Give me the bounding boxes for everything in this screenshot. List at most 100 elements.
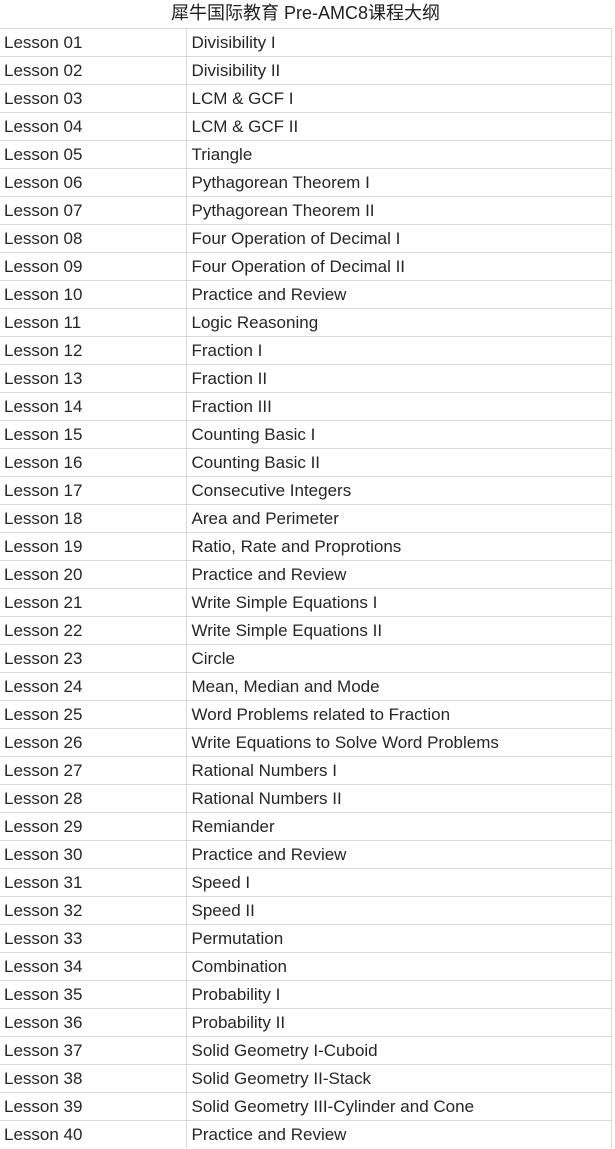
table-row: Lesson 15 Counting Basic I bbox=[0, 420, 612, 449]
table-row: Lesson 32 Speed II bbox=[0, 896, 612, 925]
lesson-topic-cell: Fraction II bbox=[186, 364, 612, 393]
lesson-number-cell: Lesson 02 bbox=[0, 56, 187, 85]
lesson-number-cell: Lesson 04 bbox=[0, 112, 187, 141]
table-row: Lesson 29 Remiander bbox=[0, 812, 612, 841]
table-row: Lesson 01 Divisibility I bbox=[0, 28, 612, 57]
lesson-topic-cell: Circle bbox=[186, 644, 612, 673]
table-row: Lesson 36 Probability II bbox=[0, 1008, 612, 1037]
lesson-topic-cell: Remiander bbox=[186, 812, 612, 841]
lesson-topic-cell: Practice and Review bbox=[186, 280, 612, 309]
lesson-number-cell: Lesson 21 bbox=[0, 588, 187, 617]
lesson-topic-cell: Ratio, Rate and Proprotions bbox=[186, 532, 612, 561]
lesson-topic-cell: Speed II bbox=[186, 896, 612, 925]
lesson-topic-cell: Counting Basic II bbox=[186, 448, 612, 477]
lesson-number-cell: Lesson 28 bbox=[0, 784, 187, 813]
lesson-topic-cell: Fraction III bbox=[186, 392, 612, 421]
table-row: Lesson 04 LCM & GCF II bbox=[0, 112, 612, 141]
course-syllabus-table: 犀牛国际教育 Pre-AMC8课程大纲 Lesson 01 Divisibilit… bbox=[0, 0, 612, 1148]
lesson-number-cell: Lesson 34 bbox=[0, 952, 187, 981]
table-row: Lesson 22 Write Simple Equations II bbox=[0, 616, 612, 645]
page-title: 犀牛国际教育 Pre-AMC8课程大纲 bbox=[171, 3, 441, 23]
table-row: Lesson 23 Circle bbox=[0, 644, 612, 673]
table-row: Lesson 08 Four Operation of Decimal I bbox=[0, 224, 612, 253]
lesson-number-cell: Lesson 10 bbox=[0, 280, 187, 309]
lesson-topic-cell: Four Operation of Decimal I bbox=[186, 224, 612, 253]
table-row: Lesson 14 Fraction III bbox=[0, 392, 612, 421]
lesson-topic-cell: Combination bbox=[186, 952, 612, 981]
lesson-number-cell: Lesson 26 bbox=[0, 728, 187, 757]
table-row: Lesson 19 Ratio, Rate and Proprotions bbox=[0, 532, 612, 561]
table-row: Lesson 40 Practice and Review bbox=[0, 1120, 612, 1148]
lesson-topic-cell: Triangle bbox=[186, 140, 612, 169]
table-row: Lesson 10 Practice and Review bbox=[0, 280, 612, 309]
table-row: Lesson 26 Write Equations to Solve Word P… bbox=[0, 728, 612, 757]
lesson-topic-cell: Write Equations to Solve Word Problems bbox=[186, 728, 612, 757]
lesson-topic-cell: Practice and Review bbox=[186, 840, 612, 869]
lesson-number-cell: Lesson 33 bbox=[0, 924, 187, 953]
lesson-number-cell: Lesson 18 bbox=[0, 504, 187, 533]
lesson-number-cell: Lesson 40 bbox=[0, 1120, 187, 1148]
lesson-number-cell: Lesson 22 bbox=[0, 616, 187, 645]
lesson-topic-cell: Rational Numbers I bbox=[186, 756, 612, 785]
table-row: Lesson 21 Write Simple Equations I bbox=[0, 588, 612, 617]
lesson-topic-cell: Solid Geometry II-Stack bbox=[186, 1064, 612, 1093]
lesson-number-cell: Lesson 31 bbox=[0, 868, 187, 897]
lesson-number-cell: Lesson 14 bbox=[0, 392, 187, 421]
lesson-topic-cell: Logic Reasoning bbox=[186, 308, 612, 337]
lesson-topic-cell: Write Simple Equations II bbox=[186, 616, 612, 645]
lesson-topic-cell: Probability I bbox=[186, 980, 612, 1009]
document-title-cell: 犀牛国际教育 Pre-AMC8课程大纲 bbox=[0, 0, 612, 29]
table-row: Lesson 18 Area and Perimeter bbox=[0, 504, 612, 533]
lesson-topic-cell: Consecutive Integers bbox=[186, 476, 612, 505]
lesson-topic-cell: Four Operation of Decimal II bbox=[186, 252, 612, 281]
lesson-number-cell: Lesson 12 bbox=[0, 336, 187, 365]
lesson-number-cell: Lesson 20 bbox=[0, 560, 187, 589]
table-row: Lesson 35 Probability I bbox=[0, 980, 612, 1009]
lesson-number-cell: Lesson 03 bbox=[0, 84, 187, 113]
table-row: Lesson 20 Practice and Review bbox=[0, 560, 612, 589]
table-row: Lesson 05 Triangle bbox=[0, 140, 612, 169]
table-row: Lesson 37 Solid Geometry I-Cuboid bbox=[0, 1036, 612, 1065]
lesson-number-cell: Lesson 39 bbox=[0, 1092, 187, 1121]
table-row: Lesson 38 Solid Geometry II-Stack bbox=[0, 1064, 612, 1093]
lesson-number-cell: Lesson 37 bbox=[0, 1036, 187, 1065]
table-row: Lesson 28 Rational Numbers II bbox=[0, 784, 612, 813]
table-row: Lesson 02 Divisibility II bbox=[0, 56, 612, 85]
lesson-number-cell: Lesson 38 bbox=[0, 1064, 187, 1093]
lesson-number-cell: Lesson 08 bbox=[0, 224, 187, 253]
lesson-number-cell: Lesson 30 bbox=[0, 840, 187, 869]
lesson-topic-cell: Area and Perimeter bbox=[186, 504, 612, 533]
syllabus-table-body: 犀牛国际教育 Pre-AMC8课程大纲 Lesson 01 Divisibilit… bbox=[0, 0, 612, 1148]
lesson-number-cell: Lesson 09 bbox=[0, 252, 187, 281]
lesson-number-cell: Lesson 36 bbox=[0, 1008, 187, 1037]
lesson-topic-cell: Fraction I bbox=[186, 336, 612, 365]
table-row: Lesson 12 Fraction I bbox=[0, 336, 612, 365]
lesson-topic-cell: Counting Basic I bbox=[186, 420, 612, 449]
table-row: Lesson 39 Solid Geometry III-Cylinder and… bbox=[0, 1092, 612, 1121]
lesson-topic-cell: Pythagorean Theorem I bbox=[186, 168, 612, 197]
lesson-number-cell: Lesson 11 bbox=[0, 308, 187, 337]
table-row: Lesson 30 Practice and Review bbox=[0, 840, 612, 869]
lesson-topic-cell: Mean, Median and Mode bbox=[186, 672, 612, 701]
lesson-number-cell: Lesson 15 bbox=[0, 420, 187, 449]
table-row: Lesson 06 Pythagorean Theorem I bbox=[0, 168, 612, 197]
lesson-number-cell: Lesson 35 bbox=[0, 980, 187, 1009]
lesson-number-cell: Lesson 19 bbox=[0, 532, 187, 561]
lesson-topic-cell: Solid Geometry III-Cylinder and Cone bbox=[186, 1092, 612, 1121]
lesson-topic-cell: Speed I bbox=[186, 868, 612, 897]
table-row: Lesson 07 Pythagorean Theorem II bbox=[0, 196, 612, 225]
lesson-topic-cell: LCM & GCF II bbox=[186, 112, 612, 141]
lesson-topic-cell: Solid Geometry I-Cuboid bbox=[186, 1036, 612, 1065]
lesson-topic-cell: Practice and Review bbox=[186, 1120, 612, 1148]
table-row: Lesson 16 Counting Basic II bbox=[0, 448, 612, 477]
lesson-number-cell: Lesson 24 bbox=[0, 672, 187, 701]
lesson-number-cell: Lesson 32 bbox=[0, 896, 187, 925]
table-row: Lesson 13 Fraction II bbox=[0, 364, 612, 393]
table-row: Lesson 34 Combination bbox=[0, 952, 612, 981]
lesson-number-cell: Lesson 23 bbox=[0, 644, 187, 673]
lesson-topic-cell: LCM & GCF I bbox=[186, 84, 612, 113]
table-title-row: 犀牛国际教育 Pre-AMC8课程大纲 bbox=[0, 0, 612, 29]
table-row: Lesson 24 Mean, Median and Mode bbox=[0, 672, 612, 701]
table-row: Lesson 31 Speed I bbox=[0, 868, 612, 897]
table-row: Lesson 17 Consecutive Integers bbox=[0, 476, 612, 505]
